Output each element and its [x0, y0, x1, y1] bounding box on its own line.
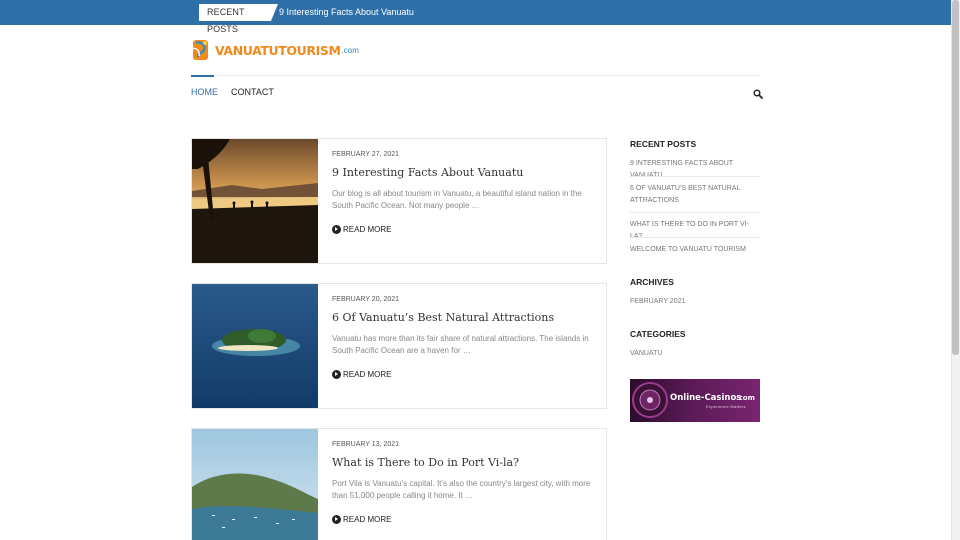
logo-text: VANUATUTOURISM [215, 42, 341, 58]
sidebar-divider [630, 212, 760, 213]
post-thumbnail-sunset-beach[interactable] [192, 139, 318, 263]
post-excerpt: Vanuatu has more than its fair share of … [332, 334, 589, 355]
post-date: FEBRUARY 27, 2021 [332, 151, 400, 158]
banner-brand: Online-Casinos [670, 393, 742, 403]
arrow-circle-icon [332, 515, 341, 524]
read-more-link[interactable]: READ MORE [332, 370, 391, 379]
sidebar-recent-post-link[interactable]: WHAT IS THERE TO DO IN PORT VI-LA? [630, 219, 760, 243]
logo-tld: .com [341, 45, 359, 55]
nav-item-contact[interactable]: CONTACT [231, 87, 274, 97]
sidebar-heading-recent-posts: RECENT POSTS [630, 139, 697, 149]
arrow-circle-icon [332, 225, 341, 234]
sidebar-archive-link[interactable]: FEBRUARY 2021 [630, 296, 760, 308]
post-title-link[interactable]: What is There to Do in Port Vi-la? [332, 456, 519, 469]
banner-tagline: Experience Matters [706, 404, 746, 409]
post-date: FEBRUARY 13, 2021 [332, 441, 400, 448]
search-icon[interactable] [753, 86, 763, 99]
sidebar-divider [630, 176, 760, 177]
read-more-link[interactable]: READ MORE [332, 515, 391, 524]
read-more-link[interactable]: READ MORE [332, 225, 391, 234]
nav-active-indicator [191, 75, 214, 77]
nav-divider [191, 75, 761, 76]
recent-posts-label-arrow [271, 4, 278, 21]
arrow-circle-icon [332, 370, 341, 379]
top-bar [0, 0, 951, 25]
scrollbar-thumb[interactable] [952, 0, 959, 355]
post-excerpt: Port Vila is Vanuatu’s capital. It’s als… [332, 479, 591, 500]
casino-banner-ad[interactable]: Online-Casinos .com Experience Matters [630, 379, 760, 422]
post-excerpt: Our blog is all about tourism in Vanuatu… [332, 189, 582, 210]
post-card: FEBRUARY 20, 2021 6 Of Vanuatu’s Best Na… [191, 283, 607, 409]
nav-item-home[interactable]: HOME [191, 87, 218, 97]
sidebar-recent-post-link[interactable]: WELCOME TO VANUATU TOURISM [630, 244, 760, 256]
site-logo[interactable]: VANUATUTOURISM .com [191, 36, 359, 64]
recent-posts-label: RECENT POSTS [199, 4, 271, 34]
read-more-label: READ MORE [343, 515, 392, 524]
post-title-link[interactable]: 6 Of Vanuatu’s Best Natural Attractions [332, 311, 554, 324]
read-more-label: READ MORE [343, 370, 392, 379]
logo-mark-icon [191, 37, 212, 63]
sidebar-recent-post-link[interactable]: 6 OF VANUATU’S BEST NATURAL ATTRACTIONS [630, 183, 760, 207]
post-thumbnail-harbor[interactable] [192, 429, 318, 540]
sidebar-divider [630, 237, 760, 238]
post-date: FEBRUARY 20, 2021 [332, 296, 400, 303]
sidebar-heading-categories: CATEGORIES [630, 329, 686, 339]
ticker-post-link[interactable]: 9 Interesting Facts About Vanuatu [279, 4, 414, 21]
sidebar-heading-archives: ARCHIVES [630, 277, 674, 287]
read-more-label: READ MORE [343, 225, 392, 234]
banner-tld: .com [736, 394, 755, 402]
post-card: FEBRUARY 13, 2021 What is There to Do in… [191, 428, 607, 540]
post-title-link[interactable]: 9 Interesting Facts About Vanuatu [332, 166, 523, 179]
post-card: FEBRUARY 27, 2021 9 Interesting Facts Ab… [191, 138, 607, 264]
sidebar-recent-post-link[interactable]: 9 INTERESTING FACTS ABOUT VANUATU [630, 158, 760, 182]
sidebar-category-link[interactable]: VANUATU [630, 348, 760, 360]
post-thumbnail-island[interactable] [192, 284, 318, 408]
